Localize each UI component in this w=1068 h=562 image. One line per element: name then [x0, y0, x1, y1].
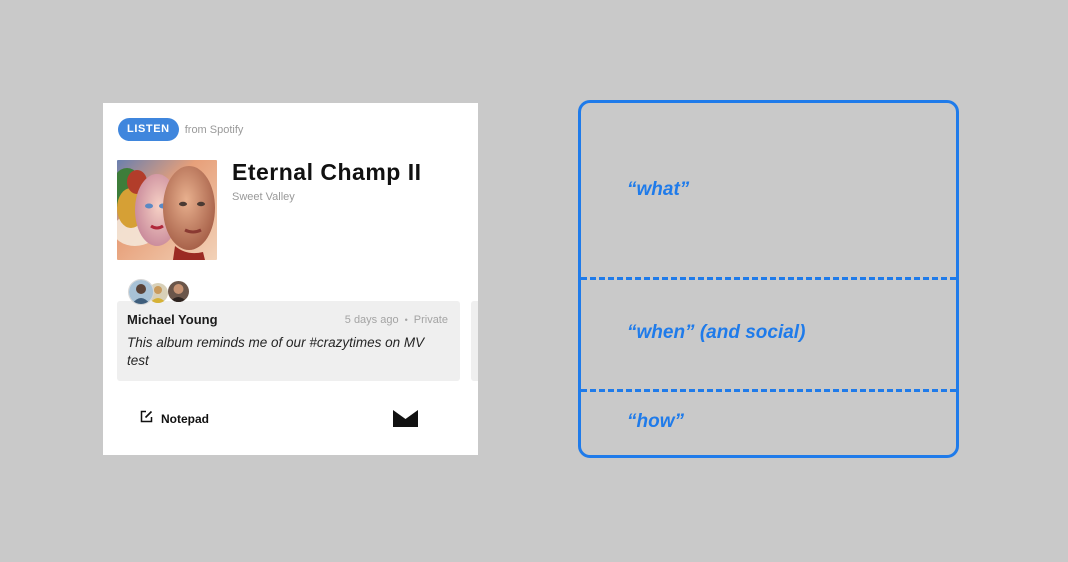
avatar[interactable] — [128, 279, 154, 305]
comment-card[interactable]: Michael Young 5 days ago • Private This … — [117, 301, 460, 381]
section-label-what: “what” — [627, 179, 690, 200]
next-comment-peek[interactable] — [471, 301, 478, 381]
notepad-button[interactable]: Notepad — [140, 410, 209, 428]
artist-name[interactable]: Sweet Valley — [232, 191, 295, 203]
comment-text: This album reminds me of our #crazytimes… — [127, 335, 425, 368]
section-divider — [581, 277, 956, 280]
album-cover[interactable] — [117, 160, 217, 260]
comment-meta: 5 days ago • Private — [345, 314, 448, 326]
activity-card: LISTEN from Spotify Eternal Champ II Swe… — [103, 103, 478, 455]
source-label: from Spotify — [184, 123, 244, 136]
section-label-how: “how” — [627, 411, 684, 432]
avatar[interactable] — [168, 281, 189, 302]
section-label-when: “when” (and social) — [627, 322, 806, 343]
avatar-stack[interactable] — [128, 279, 198, 305]
meta-separator: • — [404, 315, 408, 325]
notepad-label: Notepad — [161, 412, 209, 426]
comment-visibility: Private — [413, 314, 448, 326]
m-logo-icon[interactable] — [393, 410, 418, 432]
comment-author[interactable]: Michael Young — [127, 312, 218, 327]
edit-icon — [140, 410, 153, 428]
listen-badge[interactable]: LISTEN — [118, 118, 179, 141]
section-diagram: “what” “when” (and social) “how” — [578, 100, 959, 458]
album-title[interactable]: Eternal Champ II — [232, 159, 421, 186]
comment-time: 5 days ago — [344, 314, 399, 326]
card-header: LISTEN from Spotify — [118, 118, 243, 141]
section-divider — [581, 389, 956, 392]
